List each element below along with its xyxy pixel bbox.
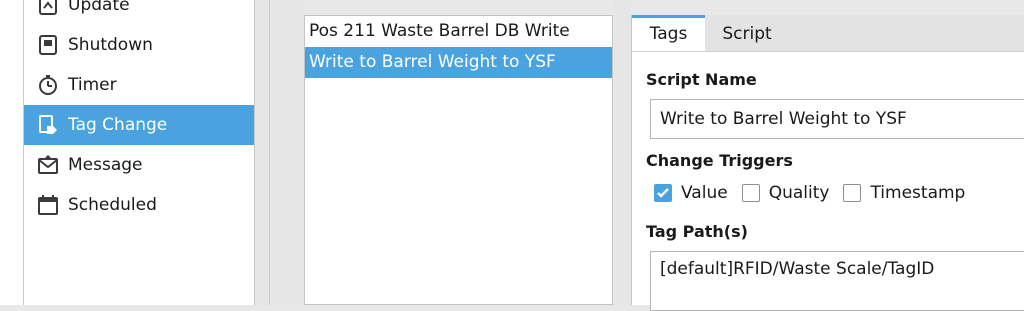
script-name-input[interactable]: Write to Barrel Weight to YSF — [650, 99, 1024, 139]
value-checkbox-label[interactable]: Value — [681, 183, 728, 203]
list-item[interactable]: Pos 211 Waste Barrel DB Write — [305, 16, 612, 47]
sidebar-item-label: Update — [68, 0, 130, 15]
sidebar-item-label: Tag Change — [68, 115, 168, 135]
timestamp-checkbox-label[interactable]: Timestamp — [870, 183, 965, 203]
sidebar-item-shutdown[interactable]: Shutdown — [24, 25, 254, 65]
tag-paths-textarea[interactable]: [default]RFID/Waste Scale/TagID — [650, 251, 1024, 311]
script-editor-panel: Tags Script Script Name Write to Barrel … — [631, 15, 1024, 311]
tab-bar: Tags Script — [632, 15, 1024, 52]
check-icon — [657, 188, 669, 198]
sidebar-item-label: Message — [68, 155, 143, 175]
sidebar-item-message[interactable]: Message — [24, 145, 254, 185]
timer-icon — [36, 73, 60, 97]
timestamp-checkbox[interactable] — [843, 184, 862, 202]
sidebar-item-timer[interactable]: Timer — [24, 65, 254, 105]
message-icon — [36, 153, 60, 177]
sidebar-item-scheduled[interactable]: Scheduled — [24, 185, 254, 225]
splitter-line[interactable] — [269, 0, 270, 305]
update-icon — [36, 0, 60, 17]
script-name-label: Script Name — [646, 70, 757, 89]
tag-paths-label: Tag Path(s) — [646, 222, 748, 241]
shutdown-icon — [36, 33, 60, 57]
quality-checkbox-label[interactable]: Quality — [769, 183, 830, 203]
sidebar-item-label: Timer — [68, 75, 117, 95]
tab-tags[interactable]: Tags — [632, 15, 705, 51]
change-triggers-label: Change Triggers — [646, 151, 793, 170]
panel-gap — [614, 0, 631, 305]
calendar-icon — [36, 193, 60, 217]
quality-checkbox[interactable] — [741, 184, 760, 202]
value-checkbox[interactable] — [654, 184, 672, 202]
list-item[interactable]: Write to Barrel Weight to YSF — [305, 47, 612, 78]
event-type-sidebar: Update Shutdown Timer Tag Change Message… — [0, 0, 255, 305]
sidebar-item-label: Shutdown — [68, 35, 153, 55]
panel-gap — [255, 0, 304, 305]
sidebar-item-update[interactable]: Update — [24, 0, 254, 25]
sidebar-item-label: Scheduled — [68, 195, 157, 215]
tag-change-icon — [36, 113, 60, 137]
change-triggers-group: Value Quality Timestamp — [654, 183, 979, 203]
script-list[interactable]: Pos 211 Waste Barrel DB Write Write to B… — [304, 15, 613, 305]
sidebar-item-tag-change[interactable]: Tag Change — [24, 105, 254, 145]
tab-script[interactable]: Script — [705, 15, 789, 51]
